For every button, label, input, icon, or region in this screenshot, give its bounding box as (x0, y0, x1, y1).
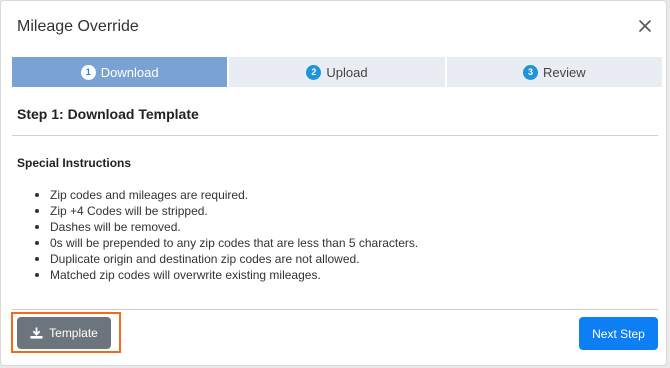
next-step-button[interactable]: Next Step (579, 317, 658, 350)
step-label: Upload (326, 64, 368, 80)
mileage-override-modal: Mileage Override 1 Download 2 Upload 3 R… (0, 0, 667, 366)
download-template-button[interactable]: Template (17, 317, 111, 349)
download-icon (30, 327, 43, 339)
instructions-title: Special Instructions (17, 156, 132, 170)
divider (12, 135, 658, 136)
step-label: Download (100, 64, 159, 80)
template-button-label: Template (49, 326, 98, 340)
list-item: Dashes will be removed. (35, 219, 418, 235)
section-title: Step 1: Download Template (17, 106, 199, 122)
step-number-badge: 2 (306, 64, 322, 80)
modal-header: Mileage Override (1, 1, 666, 53)
step-progress: 1 Download 2 Upload 3 Review (12, 57, 662, 87)
close-button[interactable] (636, 17, 654, 35)
next-step-label: Next Step (592, 326, 645, 341)
step-upload[interactable]: 2 Upload (229, 57, 447, 87)
instructions-list: Zip codes and mileages are required. Zip… (35, 187, 418, 283)
list-item: Zip codes and mileages are required. (35, 187, 418, 203)
step-label: Review (543, 64, 586, 80)
modal-title: Mileage Override (17, 18, 139, 35)
list-item: Zip +4 Codes will be stripped. (35, 203, 418, 219)
divider (12, 309, 658, 310)
list-item: Matched zip codes will overwrite existin… (35, 267, 418, 283)
step-download[interactable]: 1 Download (12, 57, 230, 87)
step-number-badge: 3 (523, 64, 538, 80)
step-review[interactable]: 3 Review (446, 57, 662, 87)
list-item: Duplicate origin and destination zip cod… (35, 251, 418, 267)
step-number-badge: 1 (80, 64, 96, 80)
close-icon (639, 20, 651, 32)
list-item: 0s will be prepended to any zip codes th… (35, 235, 418, 251)
